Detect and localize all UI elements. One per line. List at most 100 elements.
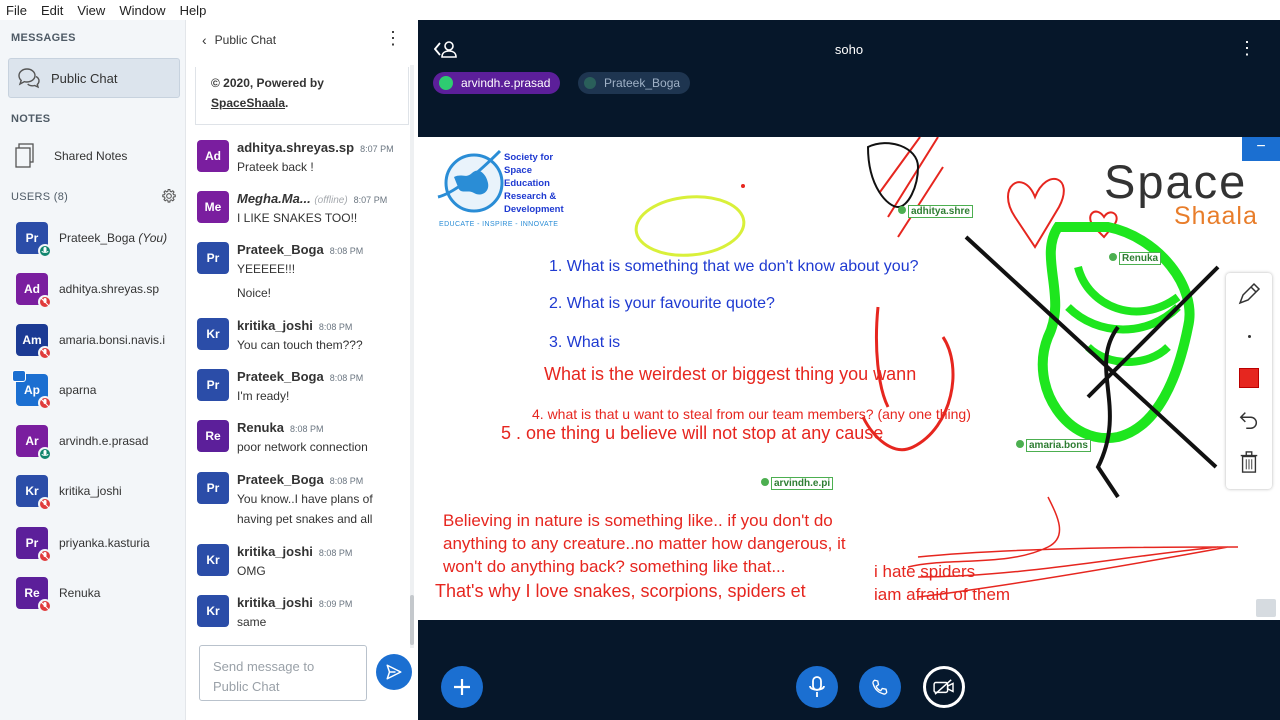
more-options-icon[interactable]: ⋮ [1238,39,1256,57]
talking-indicator[interactable]: Prateek_Boga [578,72,691,94]
sender-name: Prateek_Boga [237,472,324,487]
message-text: YEEEEE!!! [237,262,296,276]
leave-audio-button[interactable] [859,666,901,708]
trash-icon [1240,451,1258,473]
shared-notes-label: Shared Notes [54,149,128,163]
sender-name: adhitya.shreyas.sp [237,140,355,155]
users-heading: USERS (8) [11,191,69,203]
chat-message-input[interactable]: Send message to Public Chat [199,645,367,701]
public-chat-label: Public Chat [51,70,118,86]
message-text: I LIKE SNAKES TOO!! [237,211,358,225]
chat-scrollbar[interactable] [410,65,414,648]
user-item[interactable]: Ap aparna [12,370,96,410]
phone-icon [872,679,888,695]
user-name: kritika_joshi [59,484,122,498]
message-text: OMG [237,564,266,578]
minimize-presentation-button[interactable]: − [1242,137,1280,161]
chat-message: Kr kritika_joshi 8:09 PM same [197,595,352,632]
avatar: Kr [197,544,229,576]
talking-indicator[interactable]: arvindh.e.prasad [433,72,561,94]
message-time: 8:09 PM [318,599,353,609]
avatar: Ap [12,370,52,410]
user-item[interactable]: Pr priyanka.kasturia [16,525,150,563]
user-name: adhitya.shreyas.sp [59,282,160,296]
dot-icon [1247,334,1251,338]
message-time: 8:07 PM [360,144,394,154]
message-text: Prateek back ! [237,160,314,174]
message-time: 8:08 PM [289,424,324,434]
message-time: 8:08 PM [329,246,364,256]
notes-heading: NOTES [11,113,51,125]
chat-icon [18,68,40,89]
mic-icon [584,77,596,89]
chat-message: Re Renuka 8:08 PM poor network connection [197,420,368,457]
cursor-label: amaria.bons [1016,435,1091,453]
cursor-label: arvindh.e.pi [761,473,834,491]
message-text: having pet snakes and all [237,512,373,526]
mic-muted-icon [38,549,52,563]
public-chat-item[interactable]: Public Chat [8,58,180,98]
pencil-tool-button[interactable] [1226,273,1272,315]
send-button[interactable] [376,654,412,690]
menu-window[interactable]: Window [119,3,165,18]
mic-icon [38,447,52,461]
user-item[interactable]: Kr kritika_joshi [16,473,122,511]
avatar: Ad [197,140,229,172]
menu-bar: File Edit View Window Help [0,0,1280,20]
message-text: same [237,615,267,629]
user-item[interactable]: Am amaria.bonsi.navis.i [16,322,166,360]
message-time: 8:07 PM [353,195,388,205]
chat-message: Ad adhitya.shreyas.sp 8:07 PM Prateek bac… [197,140,394,177]
avatar: Me [197,191,229,223]
user-item[interactable]: Pr Prateek_Boga (You) [16,220,167,258]
plus-icon [454,679,470,695]
avatar: Pr [197,242,229,274]
avatar: Pr [197,369,229,401]
microphone-icon [809,676,825,697]
user-item[interactable]: Re Renuka [16,575,100,613]
welcome-link[interactable]: SpaceShaala [211,96,285,110]
actions-button[interactable] [441,666,483,708]
chat-title[interactable]: Public Chat [215,33,276,47]
cursor-label: adhitya.shre [898,201,973,219]
gear-icon[interactable] [162,189,176,203]
shared-notes-item[interactable]: Shared Notes [14,143,127,169]
chat-message: Kr kritika_joshi 8:08 PM OMG [197,544,352,581]
message-text: Noice! [237,286,272,300]
chevron-left-icon[interactable]: ‹ [202,32,207,48]
message-text: I'm ready! [237,389,290,403]
menu-view[interactable]: View [77,3,105,18]
menu-edit[interactable]: Edit [41,3,63,18]
mic-muted-icon [38,599,52,613]
user-item[interactable]: Ar arvindh.e.prasad [16,423,148,461]
color-button[interactable] [1226,357,1272,399]
offline-label: (offline) [314,195,348,206]
message-time: 8:08 PM [318,548,353,558]
welcome-text: © 2020, Powered by [211,76,324,90]
scrollbar-thumb[interactable] [410,595,414,645]
talker-name: arvindh.e.prasad [461,76,551,90]
sender-name: kritika_joshi [237,544,313,559]
user-name: amaria.bonsi.navis.i [59,333,166,347]
pencil-icon [1238,282,1261,305]
whiteboard-slide[interactable]: Society for Space Education Research & Devel… [418,137,1280,620]
chat-message: Pr Prateek_Boga 8:08 PM I'm ready! [197,369,363,406]
more-options-icon[interactable]: ⋮ [384,29,402,47]
mic-icon [439,76,453,90]
thickness-button[interactable] [1226,315,1272,357]
clear-button[interactable] [1226,441,1272,483]
whiteboard-toolbar [1226,273,1272,489]
share-webcam-button[interactable] [923,666,965,708]
sender-name: Prateek_Boga [237,369,324,384]
fullscreen-icon[interactable] [1256,599,1276,617]
message-time: 8:08 PM [318,322,353,332]
undo-button[interactable] [1226,399,1272,441]
cursor-label: Renuka [1109,248,1162,266]
menu-help[interactable]: Help [180,3,207,18]
undo-icon [1239,412,1257,429]
user-item[interactable]: Ad adhitya.shreyas.sp [16,271,160,309]
sender-name: kritika_joshi [237,318,313,333]
sender-name: Renuka [237,420,284,435]
menu-file[interactable]: File [6,3,27,18]
unmute-button[interactable] [796,666,838,708]
